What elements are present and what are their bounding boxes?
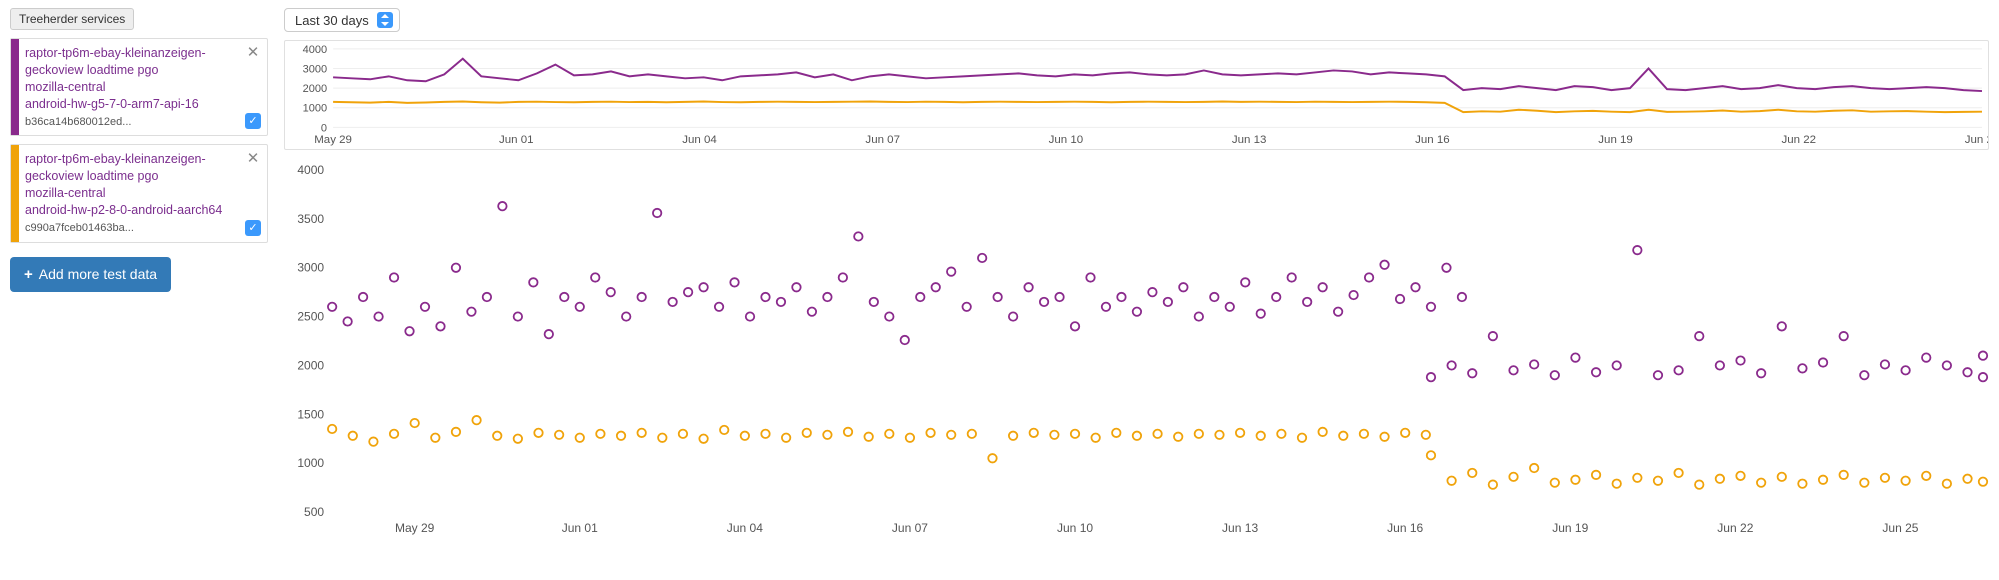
- svg-text:Jun 16: Jun 16: [1415, 134, 1450, 146]
- series-checkbox[interactable]: ✓: [245, 220, 261, 236]
- svg-text:Jun 13: Jun 13: [1232, 134, 1267, 146]
- svg-text:0: 0: [321, 122, 327, 134]
- series-item-2[interactable]: raptor-tp6m-ebay-kleinanzeigen-geckoview…: [10, 144, 268, 242]
- svg-text:Jun 19: Jun 19: [1552, 521, 1588, 535]
- svg-text:2500: 2500: [297, 310, 324, 324]
- sidebar: Treeherder services raptor-tp6m-ebay-kle…: [10, 8, 268, 550]
- series-color-stripe: [11, 145, 19, 241]
- svg-text:1000: 1000: [297, 456, 324, 470]
- svg-text:3500: 3500: [297, 212, 324, 226]
- svg-text:4000: 4000: [303, 44, 328, 56]
- series-checkbox[interactable]: ✓: [245, 113, 261, 129]
- plus-icon: +: [24, 266, 33, 283]
- series-repo: mozilla-central: [25, 79, 237, 96]
- services-tag[interactable]: Treeherder services: [10, 8, 134, 30]
- svg-text:Jun 16: Jun 16: [1387, 521, 1423, 535]
- series-title: raptor-tp6m-ebay-kleinanzeigen-geckoview…: [25, 45, 237, 79]
- series-hash: b36ca14b680012ed...: [25, 115, 237, 130]
- svg-text:500: 500: [304, 505, 324, 519]
- series-item-1[interactable]: raptor-tp6m-ebay-kleinanzeigen-geckoview…: [10, 38, 268, 136]
- series-platform: android-hw-p2-8-0-android-aarch64: [25, 202, 237, 219]
- svg-text:May 29: May 29: [314, 134, 352, 146]
- svg-text:Jun 01: Jun 01: [562, 521, 598, 535]
- series-repo: mozilla-central: [25, 185, 237, 202]
- svg-text:Jun 10: Jun 10: [1049, 134, 1084, 146]
- time-range-select[interactable]: Last 30 days: [284, 8, 400, 32]
- svg-text:Jun 22: Jun 22: [1782, 134, 1817, 146]
- series-platform: android-hw-g5-7-0-arm7-api-16: [25, 96, 237, 113]
- main-panel: Last 30 days 0 1000 2000 3000 4000 May 29 Jun …: [284, 8, 1989, 550]
- svg-text:Jun 19: Jun 19: [1598, 134, 1633, 146]
- time-range-label: Last 30 days: [295, 13, 369, 28]
- svg-text:Jun 04: Jun 04: [682, 134, 717, 146]
- svg-text:2000: 2000: [297, 358, 324, 372]
- svg-text:Jun 25: Jun 25: [1965, 134, 1988, 146]
- svg-text:Jun 01: Jun 01: [499, 134, 534, 146]
- close-icon[interactable]: ✕: [245, 151, 261, 167]
- svg-text:May 29: May 29: [395, 521, 435, 535]
- overview-chart[interactable]: 0 1000 2000 3000 4000 May 29 Jun 01 Jun 04 Jun 0…: [284, 40, 1989, 150]
- detail-chart[interactable]: 500 1000 1500 2000 2500 3000 3500 4000 May 29 Jun…: [284, 160, 1989, 540]
- series-title: raptor-tp6m-ebay-kleinanzeigen-geckoview…: [25, 151, 237, 185]
- svg-text:1000: 1000: [303, 103, 328, 115]
- svg-text:4000: 4000: [297, 163, 324, 177]
- svg-text:2000: 2000: [303, 83, 328, 95]
- svg-text:Jun 22: Jun 22: [1717, 521, 1753, 535]
- add-more-test-data-button[interactable]: + Add more test data: [10, 257, 171, 292]
- series-color-stripe: [11, 39, 19, 135]
- svg-text:Jun 13: Jun 13: [1222, 521, 1258, 535]
- close-icon[interactable]: ✕: [245, 45, 261, 61]
- svg-text:Jun 07: Jun 07: [865, 134, 900, 146]
- svg-text:Jun 25: Jun 25: [1882, 521, 1918, 535]
- svg-text:3000: 3000: [297, 261, 324, 275]
- svg-text:3000: 3000: [303, 64, 328, 76]
- svg-text:Jun 10: Jun 10: [1057, 521, 1093, 535]
- add-button-label: Add more test data: [39, 266, 157, 282]
- series-hash: c990a7fceb01463ba...: [25, 221, 237, 236]
- chevron-up-down-icon: [377, 12, 393, 28]
- svg-text:Jun 04: Jun 04: [727, 521, 763, 535]
- svg-text:Jun 07: Jun 07: [892, 521, 928, 535]
- svg-text:1500: 1500: [297, 407, 324, 421]
